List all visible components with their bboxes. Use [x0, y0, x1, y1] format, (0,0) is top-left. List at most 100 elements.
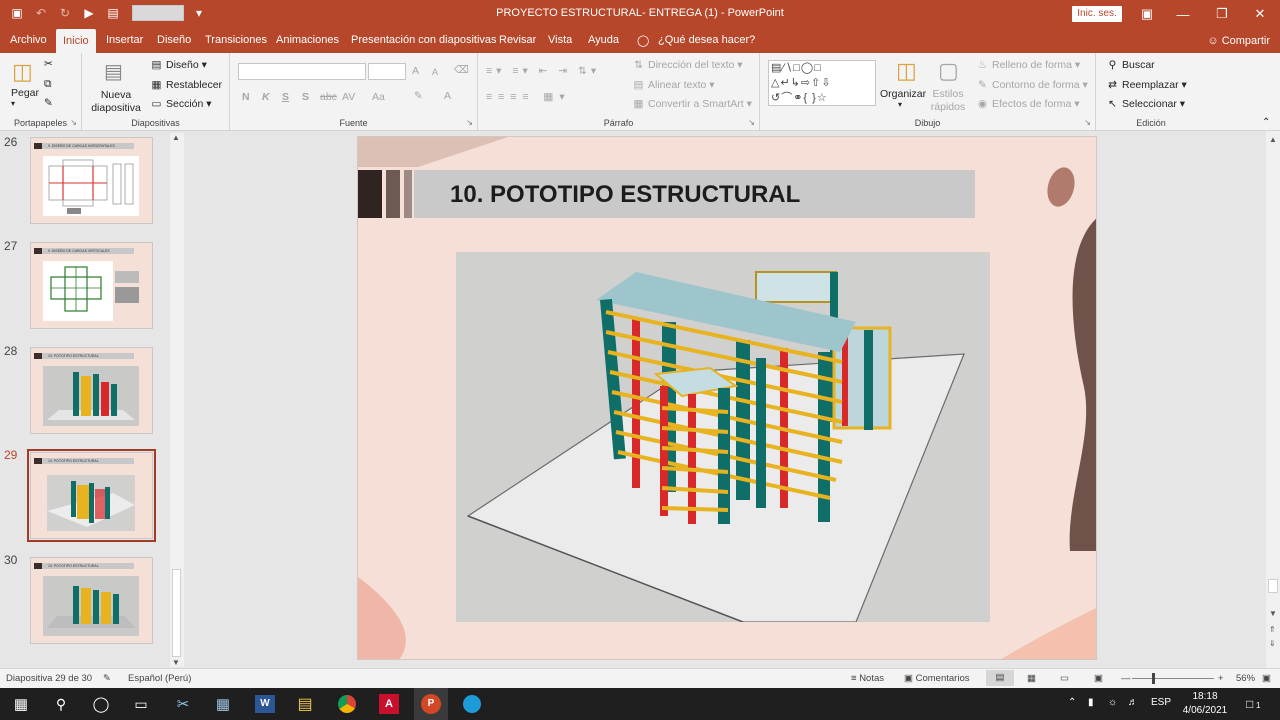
layout-button[interactable]: ▤ Diseño ▾	[150, 59, 207, 71]
comments-button[interactable]: ▣ Comentarios	[904, 673, 969, 684]
reading-view-icon[interactable]: ▭	[1060, 673, 1069, 684]
ribbon-display-icon[interactable]: ▣	[1136, 4, 1158, 24]
zoom-level[interactable]: 56%	[1236, 673, 1255, 684]
scroll-down-icon[interactable]: ▼	[172, 658, 180, 667]
tell-me-search[interactable]: ¿Qué desea hacer?	[658, 34, 755, 46]
slide-thumbnail-27[interactable]: 9. DISEÑO DE CARGAS VERTICALES	[30, 242, 153, 329]
align-text-button[interactable]: ▤ Alinear texto ▾	[632, 79, 715, 91]
tab-vista[interactable]: Vista	[548, 34, 572, 46]
find-button[interactable]: ⚲ Buscar	[1106, 59, 1155, 71]
shadow-button[interactable]: S	[302, 91, 309, 103]
input-language[interactable]: ESP	[1151, 697, 1171, 708]
cortana-icon[interactable]: ◯	[86, 693, 116, 715]
word-icon[interactable]: W	[255, 695, 275, 713]
notes-button[interactable]: ≡ Notas	[851, 673, 884, 684]
scroll-thumb[interactable]	[1268, 579, 1278, 593]
language-status[interactable]: Español (Perú)	[128, 673, 191, 684]
arrange-icon[interactable]: ◫	[896, 58, 917, 84]
spellcheck-icon[interactable]: ✎	[103, 673, 111, 684]
font-size-combo[interactable]	[368, 63, 406, 80]
italic-button[interactable]: K	[262, 91, 270, 103]
list-buttons-icon[interactable]: ≡▾ ≡▾ ⇤ ⇥ ⇅▾	[486, 65, 600, 77]
font-color-button[interactable]: A	[444, 90, 451, 102]
replace-button[interactable]: ⇄ Reemplazar ▾	[1106, 79, 1187, 91]
tab-transiciones[interactable]: Transiciones	[205, 34, 267, 46]
shape-outline-button[interactable]: ✎ Contorno de forma ▾	[976, 79, 1088, 91]
quick-styles-button[interactable]: Estilos rápidos	[926, 88, 970, 114]
task-view-icon[interactable]: ▭	[126, 693, 156, 715]
arrange-button[interactable]: Organizar	[880, 88, 926, 100]
paste-icon[interactable]: ◫	[12, 59, 33, 85]
shapes-gallery[interactable]: ▤∕∖□◯□ △↵↳⇨⇧⇩ ↺⌒⚭{ }☆	[768, 60, 876, 106]
scroll-down-icon[interactable]: ▼	[1269, 609, 1277, 618]
scroll-thumb[interactable]	[172, 569, 181, 657]
shape-effects-button[interactable]: ◉ Efectos de forma ▾	[976, 98, 1080, 110]
chrome-icon[interactable]	[338, 695, 356, 713]
reset-button[interactable]: ▦ Restablecer	[150, 79, 223, 91]
snipping-tool-icon[interactable]: ✂	[168, 693, 198, 715]
bold-button[interactable]: N	[242, 91, 250, 103]
search-icon[interactable]: ⚲	[46, 693, 76, 715]
powerpoint-icon[interactable]: P	[421, 694, 441, 714]
dialog-launcher-icon[interactable]: ↘	[466, 118, 473, 127]
tab-animaciones[interactable]: Animaciones	[276, 34, 339, 46]
notification-icon[interactable]: □	[1246, 697, 1253, 711]
collapse-ribbon-icon[interactable]: ⌃	[1262, 117, 1270, 128]
windows-start-icon[interactable]: ▦	[6, 693, 36, 715]
tab-archivo[interactable]: Archivo	[10, 34, 47, 46]
normal-view-icon[interactable]: ▤	[986, 670, 1014, 686]
copy-icon[interactable]: ⧉	[44, 78, 52, 91]
tab-diseno[interactable]: Diseño	[157, 34, 191, 46]
shape-fill-button[interactable]: ♨ Relleno de forma ▾	[976, 59, 1080, 71]
strikethrough-button[interactable]: abc	[320, 91, 337, 103]
dialog-launcher-icon[interactable]: ↘	[70, 118, 77, 127]
zoom-slider-thumb[interactable]	[1152, 673, 1155, 684]
font-family-combo[interactable]	[238, 63, 366, 80]
tab-insertar[interactable]: Insertar	[106, 34, 143, 46]
align-buttons-icon[interactable]: ≡≡≡≡ ▦▾	[486, 91, 571, 103]
restore-icon[interactable]: ❐	[1211, 4, 1233, 24]
thumbnail-scrollbar[interactable]: ▲ ▼	[170, 133, 184, 667]
structure-render-image[interactable]	[456, 252, 990, 623]
highlight-icon[interactable]: ✎	[414, 90, 423, 102]
canvas-scrollbar[interactable]: ▲ ▼ ⇑ ⇓	[1266, 131, 1280, 668]
wifi-icon[interactable]: ☼	[1108, 697, 1117, 708]
slideshow-icon[interactable]: ▣	[1094, 673, 1103, 684]
edge-icon[interactable]	[463, 695, 481, 713]
format-painter-icon[interactable]: ✎	[44, 97, 53, 109]
clear-format-icon[interactable]: ⌫	[454, 64, 469, 76]
char-spacing-button[interactable]: AV	[342, 91, 355, 103]
next-slide-icon[interactable]: ⇓	[1269, 639, 1276, 648]
minimize-icon[interactable]: —	[1172, 4, 1194, 24]
slide-thumbnail-30[interactable]: 10. POTOTIPO ESTRUCTURAL	[30, 557, 153, 644]
fit-slide-icon[interactable]: ▣	[1262, 673, 1271, 684]
tab-presentacion[interactable]: Presentación con diapositivas	[351, 34, 497, 46]
previous-slide-icon[interactable]: ⇑	[1269, 625, 1276, 634]
dialog-launcher-icon[interactable]: ↘	[1084, 118, 1091, 127]
section-button[interactable]: ▭ Sección ▾	[150, 98, 212, 110]
tray-chevron-icon[interactable]: ⌃	[1068, 697, 1076, 708]
underline-button[interactable]: S	[282, 91, 289, 103]
smartart-button[interactable]: ▦ Convertir a SmartArt ▾	[632, 98, 752, 110]
share-button[interactable]: ☺ Compartir	[1207, 35, 1270, 47]
autocad-icon[interactable]: A	[379, 694, 399, 714]
volume-icon[interactable]: ♬	[1128, 697, 1138, 708]
slide-title[interactable]: 10. POTOTIPO ESTRUCTURAL	[450, 181, 800, 209]
zoom-in-icon[interactable]: +	[1218, 673, 1224, 684]
new-slide-button[interactable]: Nueva diapositiva	[88, 89, 144, 115]
change-case-button[interactable]: Aa	[372, 91, 385, 103]
close-icon[interactable]: ✕	[1249, 4, 1271, 24]
select-button[interactable]: ↖ Seleccionar ▾	[1106, 98, 1185, 110]
paste-button[interactable]: Pegar	[11, 87, 39, 99]
cut-icon[interactable]: ✂	[44, 58, 53, 70]
slide-thumbnail-26[interactable]: 9. DISEÑO DE CARGAS HORIZONTALES	[30, 137, 153, 224]
zoom-slider[interactable]	[1132, 678, 1214, 679]
quick-styles-icon[interactable]: ▢	[938, 58, 959, 84]
grow-font-button[interactable]: A	[412, 65, 419, 77]
text-direction-button[interactable]: ⇅ Dirección del texto ▾	[632, 59, 742, 71]
tab-ayuda[interactable]: Ayuda	[588, 34, 619, 46]
calculator-icon[interactable]: ▦	[208, 693, 238, 715]
dialog-launcher-icon[interactable]: ↘	[748, 118, 755, 127]
slide-thumbnail-28[interactable]: 10. POTOTIPO ESTRUCTURAL	[30, 347, 153, 434]
system-clock[interactable]: 18:18 4/06/2021	[1178, 690, 1232, 718]
